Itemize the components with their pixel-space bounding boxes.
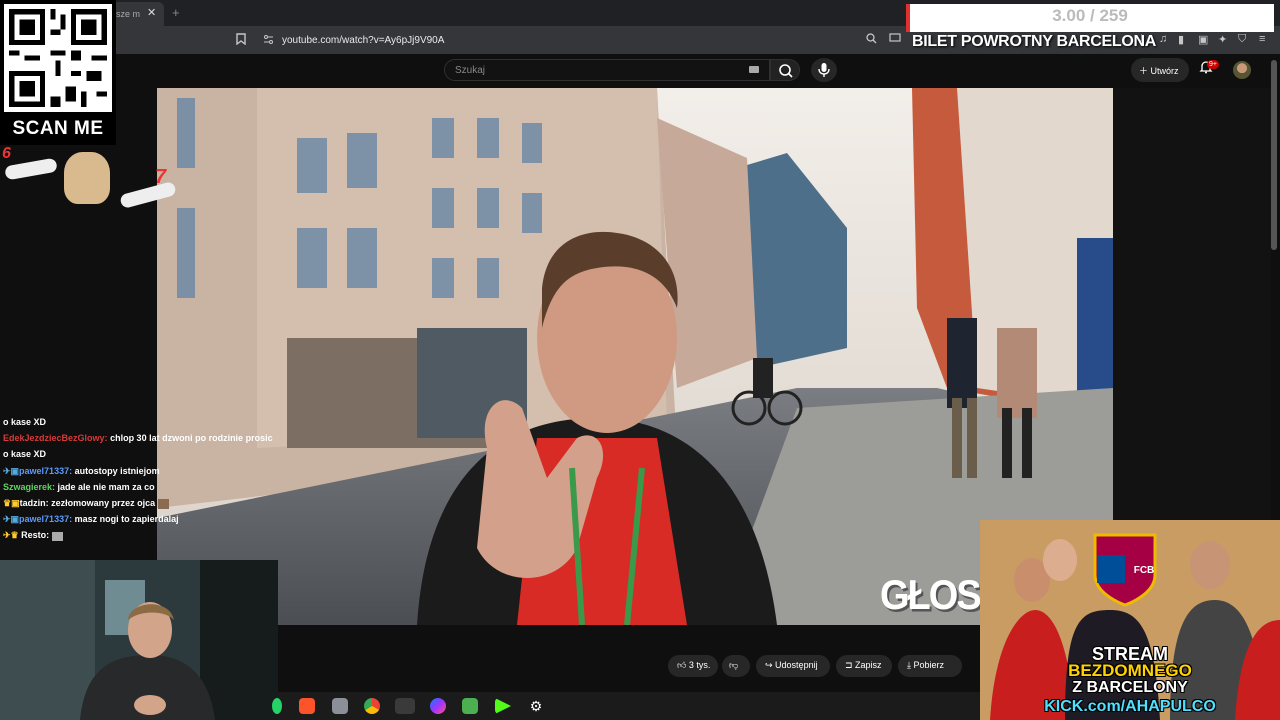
chat-message: Szwagierek: jade ale nie mam za co xyxy=(3,479,273,495)
site-info-icon[interactable] xyxy=(263,34,274,48)
search-icon xyxy=(779,64,793,78)
badge-icons: ✈▣ xyxy=(3,465,20,476)
new-tab-icon[interactable]: + xyxy=(172,5,180,20)
goal-counter: 3.00 / 259 xyxy=(1052,6,1128,25)
cast-icon[interactable] xyxy=(889,33,901,46)
dislike-button[interactable]: 👎︎ xyxy=(722,655,750,677)
badge-icons: ✈▣ xyxy=(3,514,20,525)
download-button[interactable]: ⤓ Pobierz xyxy=(898,655,962,677)
brave-icon[interactable] xyxy=(299,698,315,714)
streamer-cam-image xyxy=(0,560,278,720)
badge-icons: ♛▣ xyxy=(3,498,20,509)
tab-title: sze m xyxy=(116,9,141,19)
bookmark-icon[interactable] xyxy=(236,33,246,48)
chat-username: pawel71337: xyxy=(19,465,73,476)
voice-search-button[interactable] xyxy=(811,58,837,82)
chat-text: o kase XD xyxy=(3,449,47,460)
wallet-icon[interactable]: ▣ xyxy=(1198,33,1208,46)
chat-message: EdekJezdziecBezGlowy: chlop 30 lat dzwon… xyxy=(3,430,273,446)
ad-headline-3: Z BARCELONY xyxy=(1072,679,1188,696)
shield-icon[interactable]: ⛉ xyxy=(1238,33,1246,46)
chat-message: ♛▣tadzin: zezłomowany przez ojca xyxy=(3,495,273,511)
chat-text: jade ale nie mam za co xyxy=(57,481,155,492)
chat-message: ✈▣pawel71337: autostopy istniejom xyxy=(3,463,273,479)
ad-kick-link[interactable]: KICK.com/AHAPULCO xyxy=(980,698,1280,716)
chat-username: tadzin: xyxy=(19,498,49,509)
app-icon[interactable] xyxy=(462,698,478,714)
video-player[interactable] xyxy=(157,88,1113,625)
messenger-icon[interactable] xyxy=(430,698,446,714)
save-button[interactable]: ⊐ Zapisz xyxy=(836,655,892,677)
qr-code-icon xyxy=(4,4,112,112)
tab-close-icon[interactable]: ✕ xyxy=(147,6,156,19)
thumbs-up-icon: 👍︎ xyxy=(677,660,689,670)
stream-chat: o kase XD EdekJezdziecBezGlowy: chlop 30… xyxy=(3,414,273,544)
ai-icon[interactable]: ✦ xyxy=(1218,33,1227,46)
plus-icon: ＋ xyxy=(1139,66,1151,76)
chat-message: ✈▣pawel71337: masz nogi to zapierdalaj xyxy=(3,511,273,527)
share-label: Udostępnij xyxy=(775,660,818,670)
zoom-icon[interactable] xyxy=(866,33,877,47)
page-scrollbar[interactable] xyxy=(1271,60,1277,250)
create-button[interactable]: ＋ Utwórz xyxy=(1131,58,1189,82)
whatsapp-icon[interactable] xyxy=(272,698,282,714)
keyboard-icon[interactable] xyxy=(749,66,759,73)
sidebar-icon[interactable]: ▮ xyxy=(1178,33,1184,46)
chat-text: o kase XD xyxy=(3,417,47,427)
account-avatar[interactable] xyxy=(1233,61,1251,79)
files-icon[interactable] xyxy=(332,698,348,714)
chat-text: masz nogi to zapierdalaj xyxy=(74,514,179,525)
chat-username: Resto: xyxy=(21,530,50,541)
like-button[interactable]: 👍︎ 3 tys. xyxy=(668,655,718,677)
chat-message: o kase XD xyxy=(3,414,273,430)
webcam-feed xyxy=(0,560,278,720)
chat-message: o kase XD xyxy=(3,446,273,462)
badge-icons: ✈♛ xyxy=(3,530,22,541)
download-label: Pobierz xyxy=(913,660,944,670)
recommendations-panel xyxy=(1113,88,1271,520)
search-input[interactable]: Szukaj xyxy=(444,59,770,81)
goal-title: BILET POWROTNY BARCELONA xyxy=(912,33,1157,50)
notification-count-badge: 9+ xyxy=(1207,60,1219,69)
bookmark-icon: ⊐ xyxy=(845,660,856,670)
search-button[interactable] xyxy=(770,59,800,81)
obs-icon[interactable] xyxy=(395,698,415,714)
like-count: 3 tys. xyxy=(688,660,711,670)
emote-icon xyxy=(51,531,63,541)
chrome-icon[interactable] xyxy=(364,698,380,714)
reward-right-number: 7 xyxy=(155,166,167,188)
share-button[interactable]: ↪ Udostępnij xyxy=(756,655,830,677)
video-frame-image xyxy=(157,88,1113,625)
scan-me-label: SCAN ME xyxy=(12,118,104,139)
share-icon: ↪ xyxy=(765,660,776,670)
os-taskbar xyxy=(278,692,980,720)
microphone-icon xyxy=(818,63,830,77)
chat-text: chlop 30 lat dzwoni po rodzinie prosic xyxy=(110,433,273,444)
address-bar[interactable]: youtube.com/watch?v=Ay6pJj9V90A xyxy=(282,35,444,46)
music-icon[interactable]: ♫ xyxy=(1159,33,1167,45)
chat-username: pawel71337: xyxy=(19,514,73,525)
chat-message: ✈♛ Resto: xyxy=(3,527,273,543)
chat-username: Szwagierek: xyxy=(3,481,56,492)
pointing-hand-icon xyxy=(4,157,58,181)
create-label: Utwórz xyxy=(1150,66,1179,76)
save-label: Zapisz xyxy=(855,660,882,670)
chat-username: EdekJezdziecBezGlowy: xyxy=(3,433,108,444)
reward-left-number: 6 xyxy=(2,145,11,162)
settings-icon[interactable]: ⚙ xyxy=(528,698,544,714)
emote-icon xyxy=(157,498,169,509)
fcb-crest-label: FCB xyxy=(1133,565,1155,576)
chat-text: zezłomowany przez ojca xyxy=(51,498,156,509)
menu-icon[interactable]: ≡ xyxy=(1259,33,1265,45)
cat-emote-icon xyxy=(64,152,110,204)
thumbs-down-icon: 👎︎ xyxy=(729,660,739,670)
ad-headline-2: BEZDOMNEGO xyxy=(1068,661,1192,680)
chat-text: autostopy istniejom xyxy=(74,465,160,476)
